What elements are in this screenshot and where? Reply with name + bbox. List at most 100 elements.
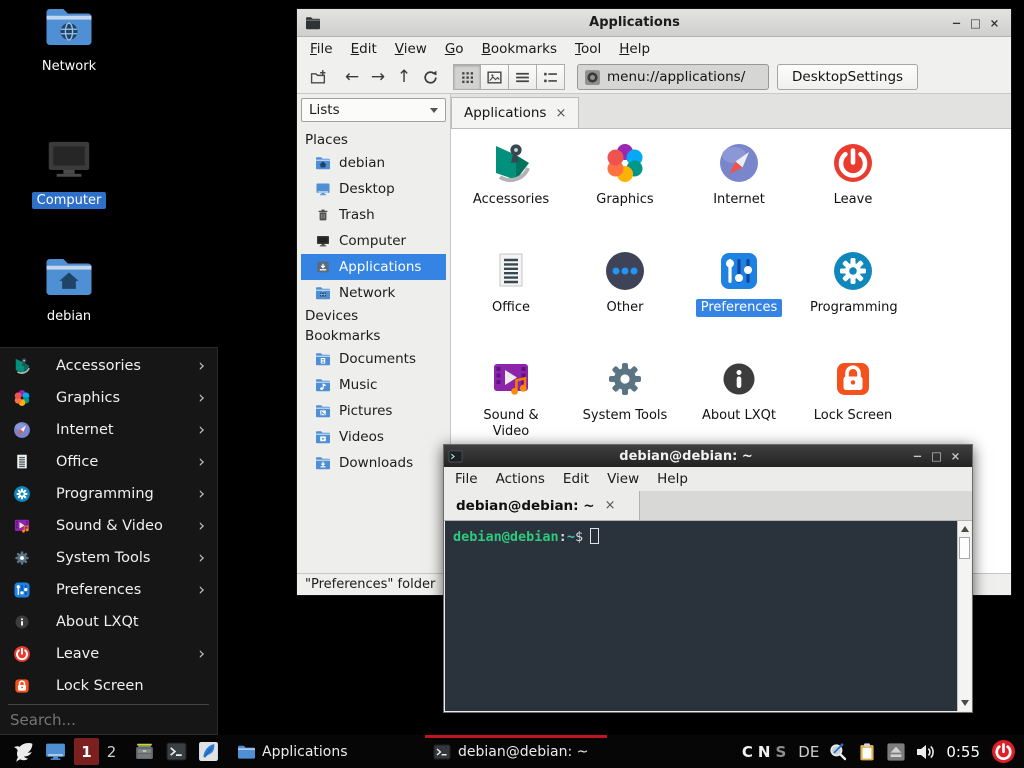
app-icon[interactable]: Programming <box>796 245 910 353</box>
window-control-button[interactable]: □ <box>967 16 984 30</box>
desktop-icon[interactable]: debian <box>16 250 122 325</box>
sidebar-row[interactable]: Pictures <box>301 398 446 424</box>
start-menu-item[interactable]: Preferences › <box>0 574 217 606</box>
app-icon[interactable]: Leave <box>796 137 910 245</box>
app-icon[interactable]: Other <box>568 245 682 353</box>
address-input[interactable] <box>607 69 762 85</box>
pager-desktop-button[interactable]: 2 <box>99 738 124 765</box>
window-control-button[interactable]: × <box>947 449 964 463</box>
start-menu-button[interactable] <box>10 739 35 764</box>
sidebar-row[interactable]: Trash <box>301 202 446 228</box>
quick-launch-icon[interactable] <box>198 741 219 762</box>
file-manager-titlebar[interactable]: Applications −□× <box>297 9 1011 37</box>
menubar-item[interactable]: Actions <box>487 469 554 489</box>
tab-close-icon[interactable]: × <box>605 498 616 513</box>
terminal-screen[interactable]: debian@debian:~$ <box>445 521 971 711</box>
keyboard-indicator[interactable]: S <box>775 743 786 761</box>
start-menu-item[interactable]: Leave › <box>0 638 217 670</box>
taskbar-task-button[interactable]: Applications <box>229 735 425 768</box>
sidebar-row[interactable]: Downloads <box>301 450 446 476</box>
sidebar-row[interactable]: Videos <box>301 424 446 450</box>
quick-launch-icon[interactable] <box>166 741 187 762</box>
sidebar-row[interactable]: Devices <box>301 306 446 326</box>
keyboard-layout-indicator[interactable]: DE <box>798 743 819 761</box>
menubar-item[interactable]: Edit <box>554 469 598 489</box>
menubar-item[interactable]: View <box>598 469 648 489</box>
menubar-item[interactable]: Help <box>648 469 697 489</box>
search-input[interactable] <box>10 711 207 729</box>
scrollbar-thumb[interactable] <box>959 537 970 559</box>
start-menu-item-label: Office <box>56 454 98 470</box>
terminal-titlebar[interactable]: debian@debian: ~ −□× <box>444 445 972 467</box>
tray-icon[interactable] <box>886 742 906 762</box>
window-control-button[interactable]: − <box>909 449 926 463</box>
menubar-item[interactable]: Help <box>610 39 659 59</box>
address-bar[interactable] <box>577 64 769 90</box>
scroll-up-icon[interactable] <box>958 522 971 536</box>
menubar-item[interactable]: Tool <box>566 39 610 59</box>
back-button[interactable]: ← <box>339 64 365 90</box>
sidebar-row[interactable]: Documents <box>301 346 446 372</box>
quick-launch-icon[interactable] <box>134 741 155 762</box>
desktop-icon[interactable]: Computer <box>16 134 122 209</box>
desktop-settings-button[interactable]: DesktopSettings <box>777 64 918 90</box>
compact-view-button[interactable] <box>509 64 537 90</box>
detailed-view-button[interactable] <box>537 64 565 90</box>
forward-button[interactable]: → <box>365 64 391 90</box>
menubar-item[interactable]: File <box>301 39 342 59</box>
start-menu-item[interactable]: Programming › <box>0 478 217 510</box>
desktop-icon-label: debian <box>42 308 96 325</box>
sidebar-row[interactable]: Applications <box>301 254 446 280</box>
start-menu-item[interactable]: Office › <box>0 446 217 478</box>
scroll-down-icon[interactable] <box>958 696 971 710</box>
start-menu-item[interactable]: Graphics › <box>0 382 217 414</box>
tab-applications[interactable]: Applications × <box>451 97 579 128</box>
window-control-button[interactable]: − <box>948 16 965 30</box>
tab-close-icon[interactable]: × <box>555 106 566 121</box>
keyboard-indicator[interactable]: N <box>758 743 771 761</box>
thumbnail-view-button[interactable] <box>481 64 509 90</box>
window-control-button[interactable]: □ <box>928 449 945 463</box>
taskbar-task-button[interactable]: debian@debian: ~ <box>425 735 621 768</box>
terminal-scrollbar[interactable] <box>957 521 971 711</box>
start-menu-item[interactable]: Internet › <box>0 414 217 446</box>
start-menu-item[interactable]: Accessories › <box>0 350 217 382</box>
app-icon[interactable]: Accessories <box>454 137 568 245</box>
sidebar-row[interactable]: Bookmarks <box>301 326 446 346</box>
app-icon[interactable]: Office <box>454 245 568 353</box>
sidebar-row[interactable]: Music <box>301 372 446 398</box>
show-desktop-button[interactable] <box>45 741 66 762</box>
sidebar-row[interactable]: debian <box>301 150 446 176</box>
sidebar-row[interactable]: Computer <box>301 228 446 254</box>
terminal-tab[interactable]: debian@debian: ~ × <box>444 491 640 520</box>
tray-icon[interactable] <box>915 742 935 762</box>
tray-icon[interactable] <box>828 742 848 762</box>
new-tab-button[interactable] <box>305 64 331 90</box>
tray-icon[interactable] <box>857 742 877 762</box>
app-icon[interactable]: Preferences <box>682 245 796 353</box>
menubar-item[interactable]: Edit <box>342 39 386 59</box>
start-menu-item[interactable]: Lock Screen › <box>0 670 217 702</box>
clock[interactable]: 0:55 <box>946 743 980 761</box>
desktop-icon[interactable]: Network <box>16 0 122 75</box>
window-control-button[interactable]: × <box>986 16 1003 30</box>
icon-view-button[interactable] <box>453 64 481 90</box>
sidebar-row[interactable]: Places <box>301 130 446 150</box>
menubar-item[interactable]: File <box>446 469 487 489</box>
shutdown-button[interactable] <box>991 739 1016 764</box>
reload-button[interactable] <box>417 64 443 90</box>
menubar-item[interactable]: Bookmarks <box>473 39 566 59</box>
up-button[interactable]: ↑ <box>391 64 417 90</box>
pager-desktop-button[interactable]: 1 <box>74 738 99 765</box>
app-icon[interactable]: Internet <box>682 137 796 245</box>
keyboard-indicator[interactable]: C <box>742 743 753 761</box>
start-menu-item[interactable]: Sound & Video › <box>0 510 217 542</box>
app-icon[interactable]: Graphics <box>568 137 682 245</box>
menubar-item[interactable]: View <box>386 39 436 59</box>
start-menu-item[interactable]: About LXQt › <box>0 606 217 638</box>
start-menu-item[interactable]: System Tools › <box>0 542 217 574</box>
sidebar-row[interactable]: Desktop <box>301 176 446 202</box>
sidebar-mode-selector[interactable]: Lists <box>301 98 446 122</box>
sidebar-row[interactable]: Network <box>301 280 446 306</box>
menubar-item[interactable]: Go <box>436 39 473 59</box>
